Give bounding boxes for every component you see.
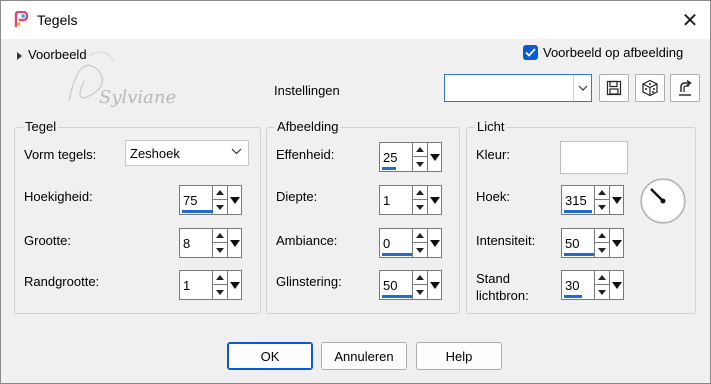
save-preset-button[interactable] bbox=[599, 74, 629, 102]
spin-up-icon[interactable] bbox=[595, 186, 609, 200]
ambiance-label: Ambiance: bbox=[276, 233, 338, 248]
shape-value: Zeshoek bbox=[130, 146, 180, 161]
save-preset-icon bbox=[606, 80, 622, 96]
app-icon bbox=[14, 11, 29, 27]
dropdown-arrow-icon[interactable] bbox=[428, 142, 442, 172]
spin-down-icon[interactable] bbox=[413, 157, 427, 171]
spin-up-icon[interactable] bbox=[413, 143, 427, 157]
dropdown-arrow-icon[interactable] bbox=[428, 228, 442, 258]
angularity-field[interactable]: 75 bbox=[179, 185, 228, 215]
spin-down-icon[interactable] bbox=[413, 243, 427, 257]
spin-down-icon[interactable] bbox=[213, 285, 227, 299]
chevron-down-icon bbox=[231, 148, 242, 155]
depth-spinner[interactable]: 1 bbox=[379, 185, 443, 215]
tegels-dialog: Tegels ✕ Voorbeeld Sylviane Voorbeeld op… bbox=[0, 0, 711, 384]
reset-button[interactable] bbox=[670, 74, 700, 102]
border-size-label: Randgrootte: bbox=[24, 274, 100, 289]
sylviane-watermark: Sylviane bbox=[68, 51, 176, 108]
border-size-field[interactable]: 1 bbox=[179, 270, 213, 300]
spin-up-icon[interactable] bbox=[413, 186, 427, 200]
svg-text:Sylviane: Sylviane bbox=[99, 87, 176, 108]
spin-down-icon[interactable] bbox=[213, 243, 227, 257]
intensity-spinner[interactable]: 50 bbox=[561, 228, 625, 258]
spin-up-icon[interactable] bbox=[213, 271, 227, 285]
intensity-label: Intensiteit: bbox=[476, 233, 536, 248]
size-label: Grootte: bbox=[24, 233, 71, 248]
dropdown-arrow-icon[interactable] bbox=[428, 270, 442, 300]
spin-down-icon[interactable] bbox=[595, 285, 609, 299]
size-spinner[interactable]: 8 bbox=[179, 228, 243, 258]
settings-label: Instellingen bbox=[274, 83, 340, 98]
angle-label: Hoek: bbox=[476, 189, 510, 204]
depth-label: Diepte: bbox=[276, 189, 318, 204]
smoothness-label: Effenheid: bbox=[276, 147, 335, 162]
randomize-icon bbox=[642, 79, 658, 97]
elevation-spinner[interactable]: 30 bbox=[561, 270, 625, 300]
elevation-label: Stand lichtbron: bbox=[476, 271, 529, 303]
color-label: Kleur: bbox=[476, 147, 510, 162]
size-field[interactable]: 8 bbox=[179, 228, 213, 258]
checkbox-checked-icon bbox=[523, 45, 538, 60]
afbeelding-group-title: Afbeelding bbox=[275, 119, 341, 134]
spin-down-icon[interactable] bbox=[413, 285, 427, 299]
depth-field[interactable]: 1 bbox=[379, 185, 413, 215]
dropdown-arrow-icon[interactable] bbox=[610, 228, 624, 258]
preview-on-image-label: Voorbeeld op afbeelding bbox=[543, 45, 684, 60]
ok-button[interactable]: OK bbox=[227, 342, 313, 370]
reset-icon bbox=[679, 79, 692, 96]
expand-triangle-icon bbox=[17, 51, 22, 60]
spin-up-icon[interactable] bbox=[413, 271, 427, 285]
spin-down-icon[interactable] bbox=[595, 200, 609, 214]
close-icon[interactable]: ✕ bbox=[677, 8, 703, 32]
dropdown-arrow-icon[interactable] bbox=[610, 270, 624, 300]
angle-dial-icon[interactable] bbox=[639, 177, 687, 225]
randomize-button[interactable] bbox=[635, 74, 665, 102]
smoothness-field[interactable]: 25 bbox=[379, 142, 413, 172]
shininess-spinner[interactable]: 50 bbox=[379, 270, 443, 300]
light-color-swatch[interactable] bbox=[560, 141, 628, 174]
spin-up-icon[interactable] bbox=[213, 229, 227, 243]
spin-down-icon[interactable] bbox=[213, 200, 227, 214]
preview-on-image-checkbox[interactable]: Voorbeeld op afbeelding bbox=[523, 45, 683, 60]
angle-field[interactable]: 315 bbox=[561, 185, 595, 215]
spin-up-icon[interactable] bbox=[595, 229, 609, 243]
spin-up-icon[interactable] bbox=[595, 271, 609, 285]
shape-label: Vorm tegels: bbox=[24, 147, 97, 162]
angularity-spinner[interactable]: 75 bbox=[179, 185, 243, 215]
spin-down-icon[interactable] bbox=[595, 243, 609, 257]
shape-select[interactable]: Zeshoek bbox=[125, 140, 249, 166]
window-title: Tegels bbox=[37, 12, 78, 28]
licht-group-title: Licht bbox=[475, 119, 507, 134]
spin-up-icon[interactable] bbox=[213, 186, 227, 200]
dropdown-arrow-icon[interactable] bbox=[228, 270, 242, 300]
shininess-label: Glinstering: bbox=[276, 274, 342, 289]
dropdown-arrow-icon[interactable] bbox=[228, 185, 242, 215]
angle-spinner[interactable]: 315 bbox=[561, 185, 625, 215]
intensity-field[interactable]: 50 bbox=[561, 228, 595, 258]
dropdown-arrow-icon[interactable] bbox=[228, 228, 242, 258]
cancel-button[interactable]: Annuleren bbox=[321, 342, 407, 370]
chevron-down-icon bbox=[573, 75, 591, 101]
ambiance-field[interactable]: 0 bbox=[379, 228, 413, 258]
help-button[interactable]: Help bbox=[416, 342, 502, 370]
shininess-field[interactable]: 50 bbox=[379, 270, 413, 300]
dropdown-arrow-icon[interactable] bbox=[610, 185, 624, 215]
tegel-group-title: Tegel bbox=[23, 119, 59, 134]
title-bar: Tegels ✕ bbox=[1, 1, 710, 39]
spin-up-icon[interactable] bbox=[413, 229, 427, 243]
border-size-spinner[interactable]: 1 bbox=[179, 270, 243, 300]
spin-down-icon[interactable] bbox=[413, 200, 427, 214]
preset-select[interactable] bbox=[444, 74, 592, 102]
smoothness-spinner[interactable]: 25 bbox=[379, 142, 443, 172]
ambiance-spinner[interactable]: 0 bbox=[379, 228, 443, 258]
elevation-field[interactable]: 30 bbox=[561, 270, 595, 300]
angularity-label: Hoekigheid: bbox=[24, 189, 93, 204]
dropdown-arrow-icon[interactable] bbox=[428, 185, 442, 215]
